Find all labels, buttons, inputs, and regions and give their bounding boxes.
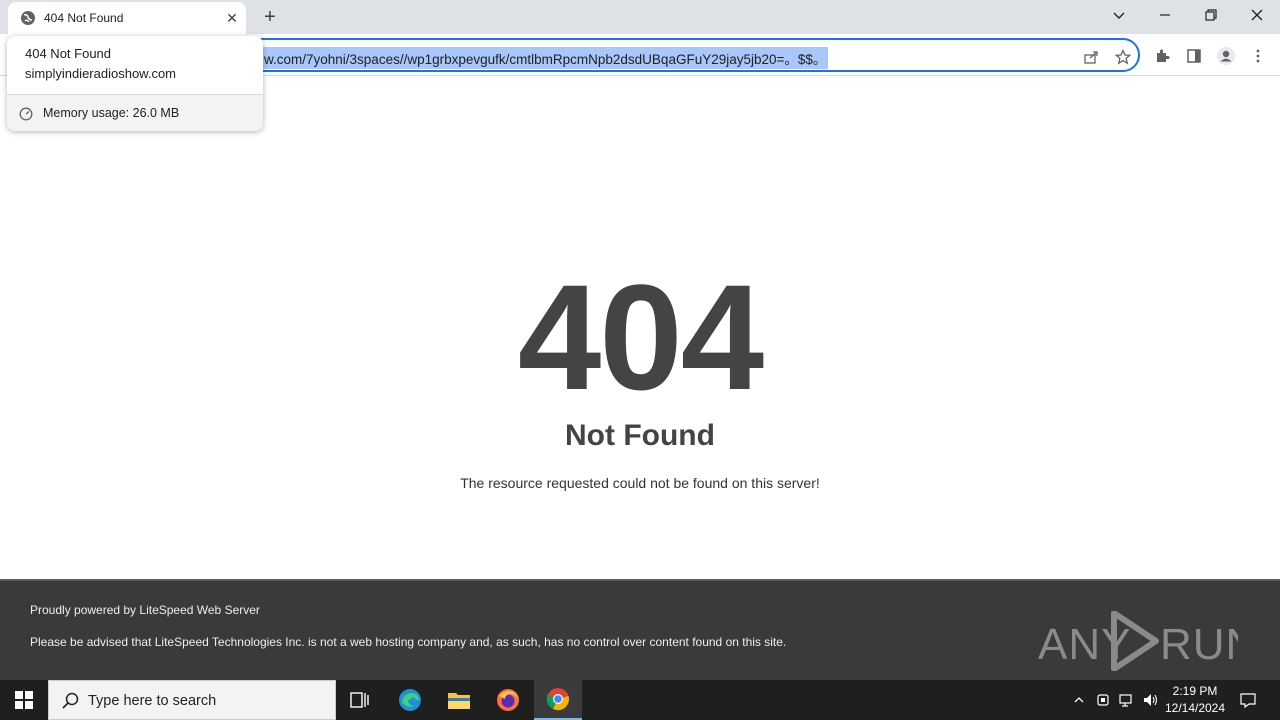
hover-card-title: 404 Not Found [25, 46, 112, 61]
profile-icon[interactable] [1216, 46, 1236, 66]
restore-icon[interactable] [1188, 0, 1234, 30]
extensions-icon[interactable] [1152, 46, 1172, 66]
network-icon[interactable] [1116, 680, 1138, 720]
error-message: The resource requested could not be foun… [460, 475, 820, 491]
windows-start-icon[interactable] [0, 680, 48, 720]
minimize-icon[interactable] [1142, 0, 1188, 30]
anyrun-watermark-logo: ANY RUN [1038, 611, 1238, 671]
footer-powered-by: Proudly powered by LiteSpeed Web Server [30, 603, 260, 617]
side-panel-icon[interactable] [1184, 46, 1204, 66]
file-explorer-icon[interactable] [435, 680, 483, 720]
tab-title: 404 Not Found [44, 11, 124, 25]
svg-text:ANY: ANY [1038, 620, 1131, 669]
volume-icon[interactable] [1140, 680, 1162, 720]
svg-text:RUN: RUN [1160, 620, 1238, 669]
hover-card-memory-row: Memory usage: 26.0 MB [7, 94, 263, 131]
url-text[interactable]: w.com/7yohni/3spaces//wp1grbxpevgufk/cmt… [262, 47, 829, 69]
memory-usage-text: Memory usage: 26.0 MB [43, 106, 180, 120]
page-content: 404 Not Found The resource requested cou… [0, 77, 1280, 579]
close-icon[interactable]: ✕ [222, 8, 242, 28]
clock-date: 12/14/2024 [1164, 701, 1226, 715]
memory-icon [19, 107, 33, 121]
device-icon[interactable] [1094, 680, 1112, 720]
hover-card-domain: simplyindieradioshow.com [25, 66, 177, 81]
footer-notice: Please be advised that LiteSpeed Technol… [30, 635, 787, 649]
taskbar-search-box[interactable]: Type here to search [48, 680, 336, 720]
firefox-icon[interactable] [484, 680, 532, 720]
edge-icon[interactable] [386, 680, 434, 720]
chevron-down-icon[interactable] [1096, 0, 1142, 30]
globe-icon [20, 10, 36, 26]
taskbar-clock[interactable]: 2:19 PM 12/14/2024 [1160, 683, 1230, 717]
window-close-icon[interactable] [1234, 0, 1280, 30]
taskbar-search-placeholder: Type here to search [88, 693, 217, 709]
menu-icon[interactable] [1248, 46, 1268, 66]
plus-icon[interactable]: + [258, 6, 282, 28]
error-code: 404 [517, 253, 764, 421]
star-icon[interactable] [1114, 48, 1132, 66]
tray-chevron-icon[interactable] [1068, 680, 1090, 720]
search-icon [61, 691, 81, 711]
browser-tab[interactable]: 404 Not Found ✕ [8, 2, 246, 34]
address-bar[interactable]: w.com/7yohni/3spaces//wp1grbxpevgufk/cmt… [230, 38, 1140, 72]
page-footer: Proudly powered by LiteSpeed Web Server … [0, 579, 1280, 680]
share-icon[interactable] [1082, 48, 1100, 66]
clock-time: 2:19 PM [1172, 684, 1218, 698]
windows-taskbar: Type here to search 2:19 PM 12/14/2024 [0, 680, 1280, 720]
task-view-icon[interactable] [336, 680, 384, 720]
notification-icon[interactable] [1236, 680, 1260, 720]
browser-titlebar: 404 Not Found ✕ + [0, 0, 1280, 34]
error-heading: Not Found [565, 419, 715, 452]
tab-hover-card: 404 Not Found simplyindieradioshow.com M… [7, 36, 263, 131]
chrome-icon[interactable] [534, 680, 582, 720]
